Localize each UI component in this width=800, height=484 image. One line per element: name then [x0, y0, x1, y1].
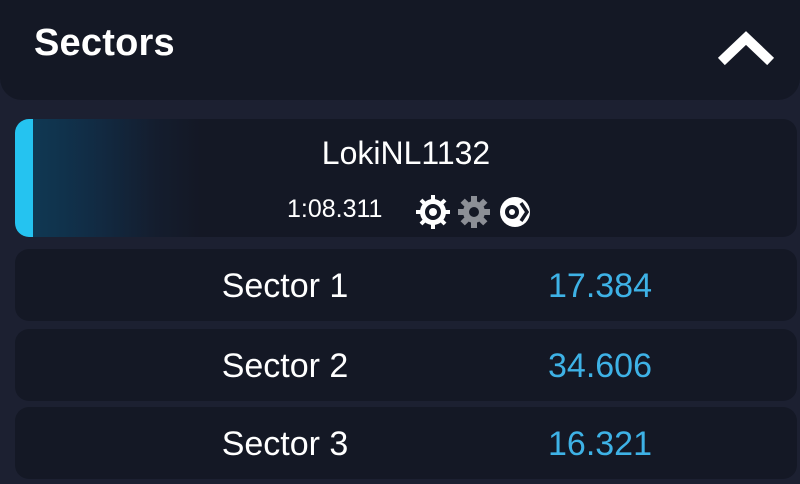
- gear-icon: [456, 194, 492, 230]
- driver-lap-time: 1:08.311: [287, 195, 383, 223]
- sector-time: 34.606: [548, 347, 652, 385]
- brake-assist-icon: [497, 194, 533, 230]
- sector-label: Sector 3: [221, 425, 349, 463]
- driver-name: LokiNL1132: [321, 135, 491, 171]
- sector-label: Sector 1: [221, 267, 349, 305]
- panel-title: Sectors: [34, 22, 175, 64]
- sectors-panel: Sectors LokiNL1132 1:08.311 Sector 1 17.…: [0, 0, 800, 484]
- sector-time: 17.384: [548, 267, 652, 305]
- sector-row-2[interactable]: Sector 2 34.606: [15, 329, 797, 401]
- driver-assist-icons: [415, 194, 538, 230]
- sector-row-1[interactable]: Sector 1 17.384: [15, 249, 797, 321]
- collapse-button[interactable]: [716, 26, 776, 70]
- sector-row-3[interactable]: Sector 3 16.321: [15, 407, 797, 479]
- sector-time: 16.321: [548, 425, 652, 463]
- sector-label: Sector 2: [221, 347, 349, 385]
- sectors-header[interactable]: Sectors: [0, 0, 800, 100]
- tyre-icon: [415, 194, 451, 230]
- chevron-up-icon: [717, 31, 775, 66]
- driver-card[interactable]: LokiNL1132 1:08.311: [15, 119, 797, 237]
